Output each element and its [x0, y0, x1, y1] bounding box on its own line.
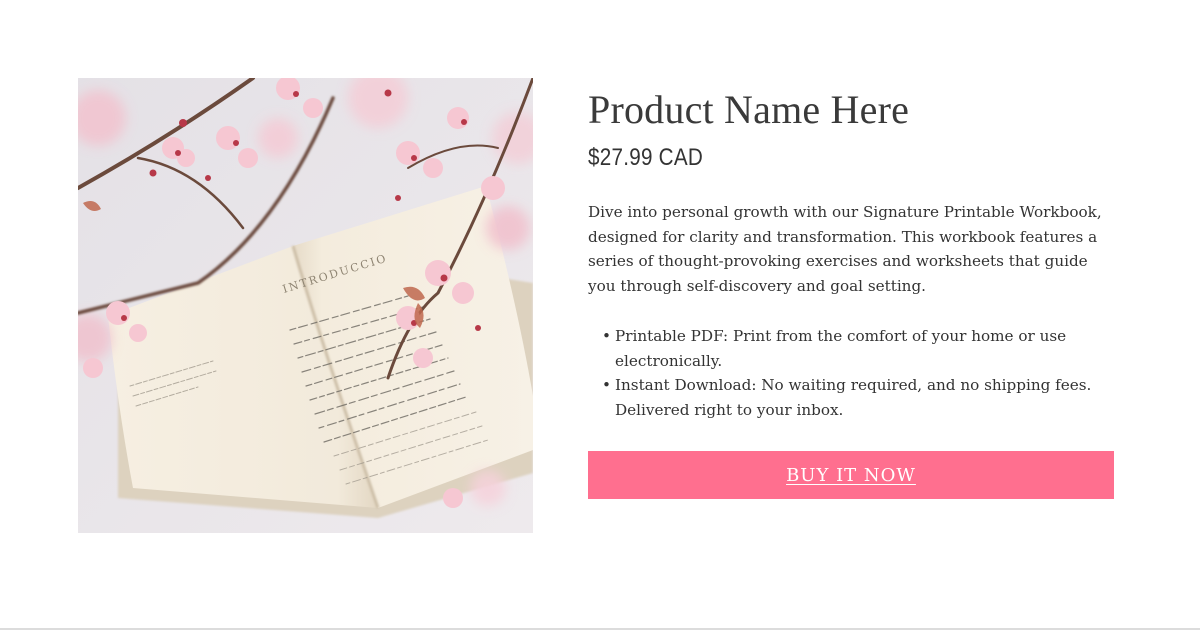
feature-text: Printable PDF: Print from the comfort of… — [615, 327, 1067, 370]
feature-text: Instant Download: No waiting required, a… — [615, 376, 1092, 419]
feature-list: • Printable PDF: Print from the comfort … — [588, 324, 1118, 422]
product-info: Product Name Here $27.99 CAD Dive into p… — [588, 78, 1118, 499]
product-price: $27.99 CAD — [588, 144, 704, 171]
bullet-icon: • — [602, 327, 611, 345]
product-description: Dive into personal growth with our Signa… — [588, 203, 1102, 295]
buy-it-now-button[interactable]: BUY IT NOW — [588, 451, 1114, 499]
open-book-cherry-blossom-photo: INTRODUCCIO — [78, 78, 533, 533]
feature-item: • Printable PDF: Print from the comfort … — [602, 324, 1118, 373]
feature-item: • Instant Download: No waiting required,… — [602, 373, 1118, 422]
product-title: Product Name Here — [588, 87, 910, 132]
product-card: INTRODUCCIO Product Name Here $27.99 CAD… — [0, 0, 1200, 628]
bullet-icon: • — [602, 376, 611, 394]
product-image[interactable]: INTRODUCCIO — [78, 78, 533, 533]
